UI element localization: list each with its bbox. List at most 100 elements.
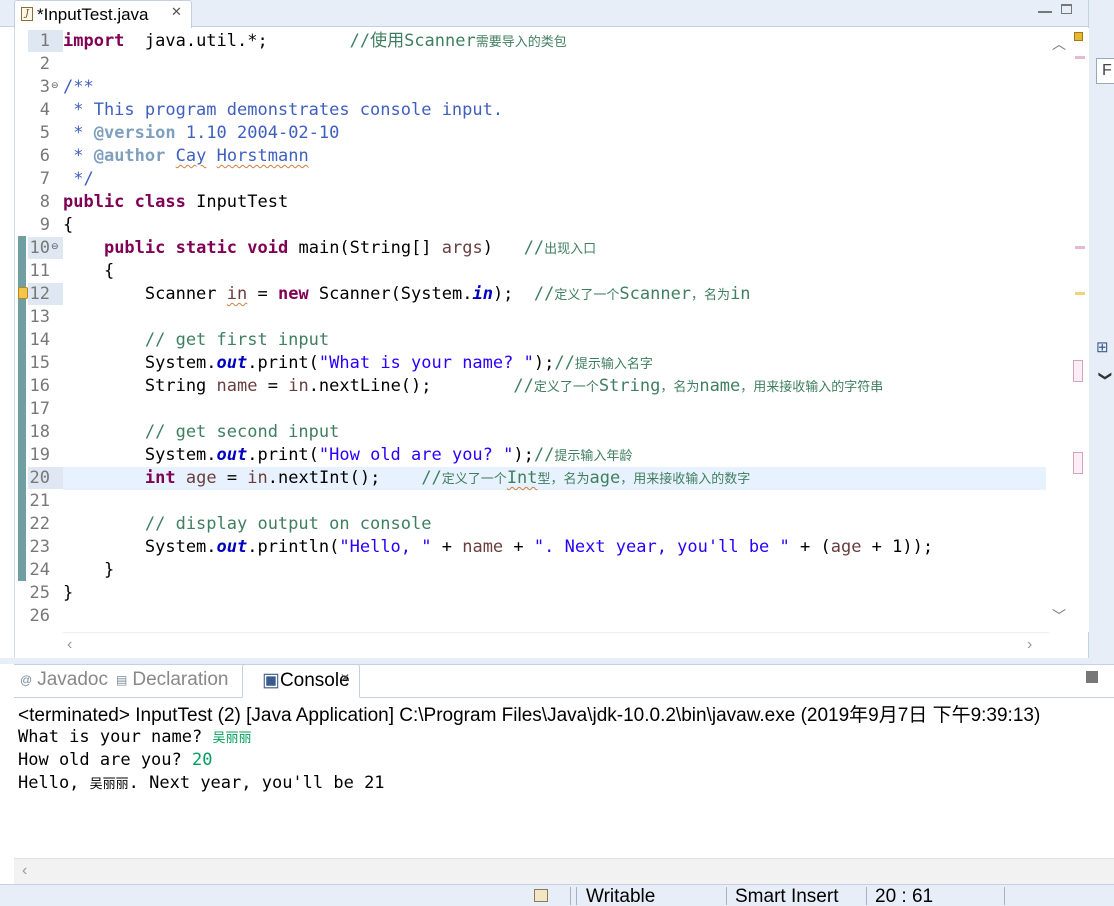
code-line[interactable]: 12 Scanner in = new Scanner(System.in); … — [15, 283, 1047, 306]
overview-ruler[interactable] — [1071, 28, 1089, 632]
overview-mark[interactable] — [1075, 292, 1085, 295]
line-number: 19 — [29, 445, 50, 465]
code-token: "How old are you? " — [318, 445, 514, 465]
code-line[interactable]: 8 public class InputTest — [15, 191, 1047, 214]
code-text[interactable]: public static void main(String[] args) /… — [63, 237, 596, 261]
code-token: in — [730, 284, 751, 304]
code-line[interactable]: 3 ⊖/** — [15, 76, 1047, 99]
cursor-position[interactable]: 20 : 61 — [875, 886, 933, 906]
overview-thumb[interactable] — [1073, 360, 1083, 382]
code-text[interactable]: { — [63, 260, 114, 283]
close-icon[interactable]: ✕ — [340, 671, 350, 685]
code-text[interactable]: public class InputTest — [63, 191, 288, 214]
code-line[interactable]: 14 // get first input — [15, 329, 1047, 352]
code-line[interactable]: 9{ — [15, 214, 1047, 237]
maximize-icon[interactable] — [1061, 4, 1072, 14]
minimize-icon[interactable] — [1038, 3, 1052, 13]
code-line[interactable]: 1 import java.util.*; //使用Scanner需要导入的类包 — [15, 30, 1047, 53]
code-line[interactable]: 16 String name = in.nextLine(); //定义了一个S… — [15, 375, 1047, 398]
code-text[interactable]: * @author Cay Horstmann — [63, 145, 308, 168]
insert-mode-status[interactable]: Smart Insert — [735, 886, 838, 906]
code-token: import — [63, 31, 125, 51]
code-text[interactable]: System.out.print("What is your name? ");… — [63, 352, 653, 376]
line-number: 7 — [39, 169, 50, 189]
code-line[interactable]: 17 — [15, 398, 1047, 421]
code-text[interactable]: } — [63, 582, 73, 605]
horizontal-scrollbar[interactable]: ‹ › — [63, 632, 1049, 658]
code-text[interactable]: String name = in.nextLine(); //定义了一个Stri… — [63, 375, 883, 399]
panel-menu-icon[interactable] — [1086, 671, 1098, 683]
code-token: /** — [63, 77, 94, 97]
line-number: 4 — [39, 100, 50, 120]
close-icon[interactable]: ✕ — [171, 4, 182, 20]
code-line[interactable]: 21 — [15, 490, 1047, 513]
code-line[interactable]: 24 } — [15, 559, 1047, 582]
warning-summary-icon[interactable] — [1074, 32, 1083, 41]
outline-icon[interactable]: ⊞ — [1096, 338, 1109, 356]
overview-thumb[interactable] — [1073, 452, 1083, 474]
code-text[interactable]: } — [63, 559, 114, 582]
code-text[interactable]: { — [63, 214, 73, 237]
fold-toggle-icon[interactable]: ⊖ — [51, 76, 59, 94]
code-line[interactable]: 10 ⊖ public static void main(String[] arg… — [15, 237, 1047, 260]
fold-toggle-icon[interactable]: ⊖ — [51, 237, 59, 255]
code-text[interactable]: // get first input — [63, 329, 329, 352]
console-user-input: 20 — [192, 750, 213, 770]
code-text[interactable]: * @version 1.10 2004-02-10 — [63, 122, 339, 145]
scroll-left-icon[interactable]: ‹ — [22, 862, 27, 880]
code-line[interactable]: 26 — [15, 605, 1047, 628]
code-text[interactable]: /** — [63, 76, 94, 99]
filter-field[interactable]: F — [1096, 58, 1114, 84]
tab-javadoc-label: Javadoc — [37, 669, 108, 690]
code-line[interactable]: 5 * @version 1.10 2004-02-10 — [15, 122, 1047, 145]
code-token: ); — [533, 353, 555, 373]
code-line[interactable]: 22 // display output on console — [15, 513, 1047, 536]
code-text[interactable]: */ — [63, 168, 93, 191]
tab-declaration[interactable]: ▤ Declaration — [116, 669, 228, 691]
code-line[interactable]: 7 */ — [15, 168, 1047, 191]
tab-console-label[interactable]: ▣Console — [262, 669, 350, 692]
vertical-scrollbar[interactable]: ︿ ﹀ — [1049, 28, 1069, 632]
console-horizontal-scrollbar[interactable]: ‹ — [14, 858, 1114, 884]
tab-javadoc[interactable]: @ Javadoc — [20, 669, 108, 691]
scroll-left-icon[interactable]: ‹ — [67, 636, 72, 654]
code-text[interactable]: // display output on console — [63, 513, 432, 536]
code-line[interactable]: 11 { — [15, 260, 1047, 283]
code-line[interactable]: 23 System.out.println("Hello, " + name +… — [15, 536, 1047, 559]
scroll-right-icon[interactable]: › — [1027, 636, 1032, 654]
code-token: * This program demonstrates console inpu… — [63, 100, 504, 120]
code-token: = — [216, 468, 248, 488]
code-text[interactable]: System.out.print("How old are you? ");//… — [63, 444, 632, 468]
code-line[interactable]: 25} — [15, 582, 1047, 605]
code-line[interactable]: 6 * @author Cay Horstmann — [15, 145, 1047, 168]
code-editor[interactable]: 1 import java.util.*; //使用Scanner需要导入的类包 2… — [14, 28, 1089, 658]
code-text[interactable]: // get second input — [63, 421, 339, 444]
code-text[interactable]: Scanner in = new Scanner(System.in); //定… — [63, 283, 751, 307]
chevron-down-icon[interactable]: ❯ — [1097, 371, 1113, 382]
code-text[interactable]: * This program demonstrates console inpu… — [63, 99, 503, 122]
code-line[interactable]: 4 * This program demonstrates console in… — [15, 99, 1047, 122]
code-line[interactable]: 13 — [15, 306, 1047, 329]
code-line[interactable]: 19 System.out.print("How old are you? ")… — [15, 444, 1047, 467]
code-line[interactable]: 15 System.out.print("What is your name? … — [15, 352, 1047, 375]
warning-icon[interactable] — [18, 287, 28, 299]
scroll-down-icon[interactable]: ﹀ — [1052, 606, 1066, 626]
code-line[interactable]: 20 int age = in.nextInt(); //定义了一个Int型，名… — [15, 467, 1047, 490]
line-number: 18 — [29, 422, 50, 442]
code-text[interactable]: import java.util.*; //使用Scanner需要导入的类包 — [63, 30, 567, 54]
editor-tab-inputtest[interactable]: J *InputTest.java ✕ — [14, 0, 192, 28]
console-output[interactable]: <terminated> InputTest (2) [Java Applica… — [14, 698, 1114, 858]
code-line[interactable]: 18 // get second input — [15, 421, 1047, 444]
overview-mark[interactable] — [1075, 246, 1085, 249]
code-text[interactable]: System.out.println("Hello, " + name + ".… — [63, 536, 933, 559]
code-token: ) — [482, 238, 524, 258]
scroll-up-icon[interactable]: ︿ — [1052, 34, 1066, 54]
code-text[interactable]: int age = in.nextInt(); //定义了一个Int型，名为ag… — [63, 467, 750, 491]
line-number: 3 — [39, 77, 50, 97]
code-token: // — [421, 468, 442, 488]
code-line[interactable]: 2 — [15, 53, 1047, 76]
overview-mark[interactable] — [1075, 56, 1085, 59]
